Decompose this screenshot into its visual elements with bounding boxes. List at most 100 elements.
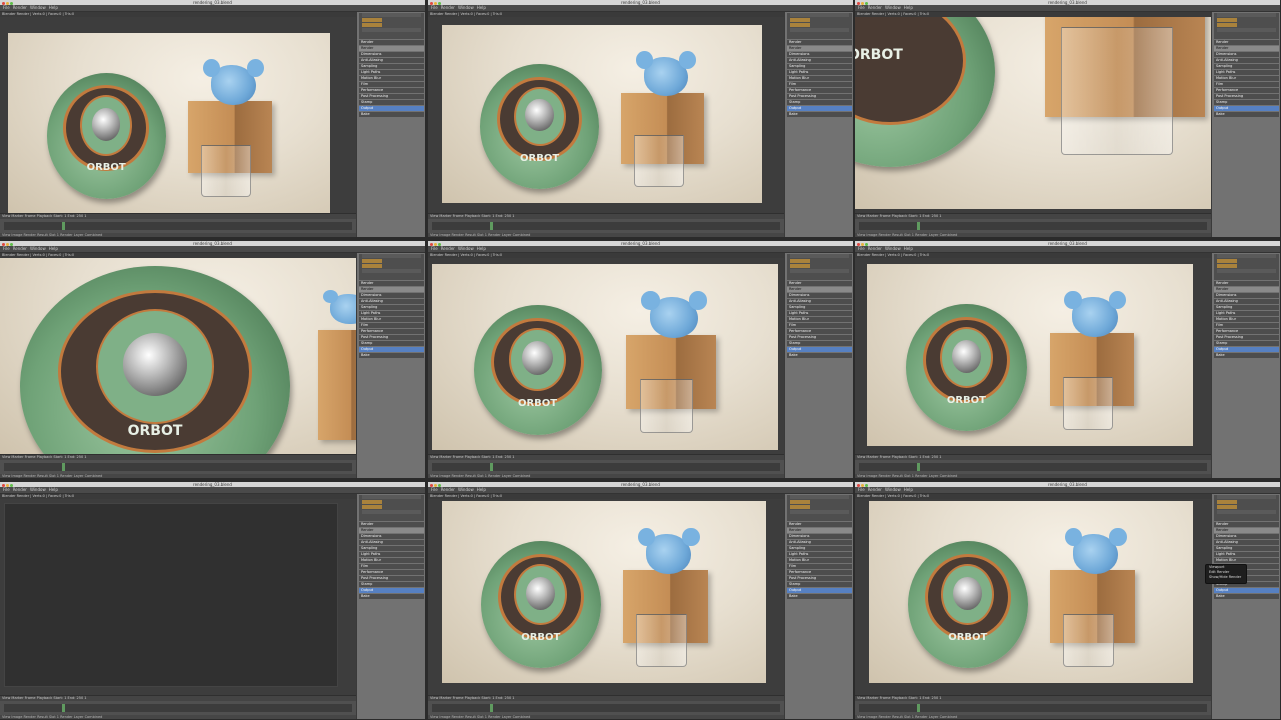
outliner[interactable] bbox=[1214, 495, 1279, 521]
menu-item[interactable]: Help bbox=[49, 5, 58, 11]
timeline-track[interactable] bbox=[4, 463, 352, 471]
menu-item[interactable]: Window bbox=[30, 246, 46, 252]
props-row[interactable]: Stamp bbox=[359, 341, 424, 346]
menu-item[interactable]: Window bbox=[30, 487, 46, 493]
props-row[interactable]: Bake bbox=[787, 594, 852, 599]
outliner-row[interactable] bbox=[1217, 13, 1276, 17]
menu-item[interactable]: Window bbox=[885, 246, 901, 252]
outliner[interactable] bbox=[359, 13, 424, 39]
outliner-row[interactable] bbox=[1217, 269, 1276, 273]
props-row[interactable]: Render bbox=[1214, 281, 1279, 286]
outliner[interactable] bbox=[1214, 254, 1279, 280]
props-row[interactable]: Output bbox=[787, 588, 852, 593]
props-row[interactable]: Stamp bbox=[787, 100, 852, 105]
props-row[interactable]: Light Paths bbox=[1214, 70, 1279, 75]
menu-item[interactable]: Render bbox=[13, 5, 27, 11]
menu-item[interactable]: File bbox=[431, 5, 438, 11]
props-row[interactable]: Light Paths bbox=[359, 552, 424, 557]
menu-item[interactable]: File bbox=[3, 246, 10, 252]
props-row[interactable]: Output bbox=[787, 106, 852, 111]
outliner-row[interactable] bbox=[790, 259, 810, 263]
props-row[interactable]: Sampling bbox=[1214, 546, 1279, 551]
image-editor-viewport[interactable]: ORBOT bbox=[428, 17, 784, 213]
timeline-editor[interactable]: View Marker Frame Playback Start: 1 End:… bbox=[428, 695, 784, 719]
props-row[interactable]: Post Processing bbox=[359, 576, 424, 581]
props-row[interactable]: Film bbox=[787, 82, 852, 87]
timeline-track[interactable] bbox=[859, 463, 1207, 471]
props-row[interactable]: Render bbox=[787, 528, 852, 533]
props-row[interactable]: Light Paths bbox=[787, 552, 852, 557]
context-menu-item[interactable]: Show/Hide Render bbox=[1206, 575, 1246, 580]
props-row[interactable]: Dimensions bbox=[787, 534, 852, 539]
props-row[interactable]: Dimensions bbox=[359, 534, 424, 539]
props-row[interactable]: Bake bbox=[359, 594, 424, 599]
props-row[interactable]: Output bbox=[1214, 588, 1279, 593]
outliner-row[interactable] bbox=[1217, 264, 1237, 268]
playhead[interactable] bbox=[490, 704, 493, 712]
props-row[interactable]: Render bbox=[787, 522, 852, 527]
outliner-row[interactable] bbox=[1217, 23, 1237, 27]
props-row[interactable]: Bake bbox=[359, 112, 424, 117]
outliner-row[interactable] bbox=[790, 269, 849, 273]
props-row[interactable]: Render bbox=[359, 281, 424, 286]
props-row[interactable]: Dimensions bbox=[359, 293, 424, 298]
playhead[interactable] bbox=[917, 463, 920, 471]
props-row[interactable]: Performance bbox=[787, 570, 852, 575]
props-row[interactable]: Render bbox=[787, 287, 852, 292]
playhead[interactable] bbox=[917, 704, 920, 712]
props-row[interactable]: Post Processing bbox=[787, 94, 852, 99]
outliner-row[interactable] bbox=[1217, 28, 1276, 32]
props-row[interactable]: Sampling bbox=[359, 546, 424, 551]
props-row[interactable]: Motion Blur bbox=[787, 317, 852, 322]
outliner-row[interactable] bbox=[1217, 510, 1276, 514]
outliner[interactable] bbox=[359, 254, 424, 280]
props-row[interactable]: Light Paths bbox=[359, 70, 424, 75]
props-row[interactable]: Output bbox=[359, 588, 424, 593]
menu-item[interactable]: Help bbox=[477, 246, 486, 252]
props-row[interactable]: Light Paths bbox=[787, 70, 852, 75]
props-row[interactable]: Motion Blur bbox=[1214, 558, 1279, 563]
props-row[interactable]: Performance bbox=[787, 88, 852, 93]
image-editor-viewport[interactable]: ORBOT bbox=[855, 17, 1211, 213]
props-row[interactable]: Bake bbox=[787, 353, 852, 358]
outliner-row[interactable] bbox=[790, 495, 849, 499]
timeline-editor[interactable]: View Marker Frame Playback Start: 1 End:… bbox=[0, 454, 356, 478]
playhead[interactable] bbox=[62, 463, 65, 471]
outliner[interactable] bbox=[1214, 13, 1279, 39]
timeline-track[interactable] bbox=[432, 463, 780, 471]
props-row[interactable]: Anti-Aliasing bbox=[359, 540, 424, 545]
props-row[interactable]: Output bbox=[359, 106, 424, 111]
outliner-row[interactable] bbox=[1217, 505, 1237, 509]
outliner-row[interactable] bbox=[1217, 254, 1276, 258]
props-row[interactable]: Post Processing bbox=[359, 335, 424, 340]
props-row[interactable]: Performance bbox=[359, 88, 424, 93]
outliner-row[interactable] bbox=[362, 495, 421, 499]
props-row[interactable]: Render bbox=[1214, 46, 1279, 51]
props-row[interactable]: Render bbox=[1214, 287, 1279, 292]
props-row[interactable]: Post Processing bbox=[1214, 335, 1279, 340]
outliner-row[interactable] bbox=[790, 500, 810, 504]
menu-item[interactable]: Render bbox=[868, 487, 882, 493]
outliner-row[interactable] bbox=[790, 254, 849, 258]
props-row[interactable]: Render bbox=[359, 287, 424, 292]
props-row[interactable]: Performance bbox=[1214, 329, 1279, 334]
props-row[interactable]: Motion Blur bbox=[787, 76, 852, 81]
props-row[interactable]: Motion Blur bbox=[787, 558, 852, 563]
timeline-editor[interactable]: View Marker Frame Playback Start: 1 End:… bbox=[428, 213, 784, 237]
outliner-row[interactable] bbox=[362, 23, 382, 27]
props-row[interactable]: Post Processing bbox=[1214, 94, 1279, 99]
outliner[interactable] bbox=[787, 495, 852, 521]
outliner-row[interactable] bbox=[362, 18, 382, 22]
props-row[interactable]: Render bbox=[787, 281, 852, 286]
props-row[interactable]: Render bbox=[787, 40, 852, 45]
timeline-track[interactable] bbox=[432, 222, 780, 230]
outliner-row[interactable] bbox=[790, 28, 849, 32]
menu-item[interactable]: File bbox=[858, 246, 865, 252]
props-row[interactable]: Motion Blur bbox=[1214, 317, 1279, 322]
props-row[interactable]: Film bbox=[359, 323, 424, 328]
props-row[interactable]: Light Paths bbox=[359, 311, 424, 316]
props-row[interactable]: Bake bbox=[1214, 594, 1279, 599]
props-row[interactable]: Light Paths bbox=[787, 311, 852, 316]
menu-item[interactable]: Window bbox=[458, 487, 474, 493]
props-row[interactable]: Stamp bbox=[359, 582, 424, 587]
